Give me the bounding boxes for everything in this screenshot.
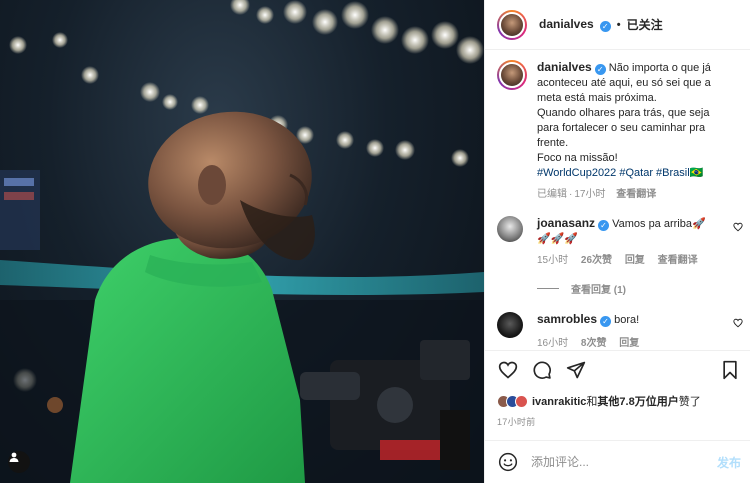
caption-text-line: Foco na missão! <box>537 152 618 164</box>
comment-meta: 16小时 8次赞 回复 <box>537 336 717 350</box>
emoji-icon <box>498 452 518 472</box>
caption-hashtags[interactable]: #WorldCup2022 #Qatar #Brasil🇧🇷 <box>537 166 747 181</box>
author-username-wrap: danialves ✓ <box>539 17 611 32</box>
comment-username[interactable]: samrobles <box>537 312 597 326</box>
reply-button[interactable]: 回复 <box>625 255 645 266</box>
comment-likes-button[interactable]: 26次赞 <box>581 255 612 266</box>
save-button[interactable] <box>719 359 741 381</box>
post-caption: danialves ✓ Não importa o que já acontece… <box>497 60 747 202</box>
comment-icon <box>533 361 551 379</box>
view-replies-label: 查看回复 (1) <box>571 285 626 296</box>
user-tag-button[interactable] <box>8 451 30 473</box>
add-comment-bar: 发布 <box>485 440 750 483</box>
post-header: danialves ✓ • 已关注 <box>485 0 750 50</box>
comment-heart-icon[interactable] <box>733 222 743 232</box>
comment-body: samrobles ✓ bora! 16小时 8次赞 回复 <box>537 312 717 350</box>
caption-text-line: Quando olhares para trás, que seja <box>537 107 710 119</box>
author-username[interactable]: danialves <box>539 17 594 31</box>
comment-text: 🚀🚀🚀 <box>537 233 579 245</box>
following-button[interactable]: 已关注 <box>627 16 663 33</box>
likes-connector: 和 <box>586 396 598 408</box>
comment-text: Vamos pa arriba🚀 <box>612 218 706 230</box>
comment-username[interactable]: joanasanz <box>537 216 595 230</box>
comment-text: bora! <box>614 314 640 326</box>
likes-text: ivanrakitic和其他7.8万位用户赞了 <box>532 393 701 409</box>
commenter-avatar[interactable] <box>497 216 523 242</box>
caption-username[interactable]: danialves <box>537 60 592 74</box>
action-icons-row <box>497 359 587 381</box>
likes-summary: ivanrakitic和其他7.8万位用户赞了 <box>497 393 701 409</box>
caption-time: 17小时 <box>574 189 606 200</box>
like-button[interactable] <box>497 359 519 381</box>
liker-avatar <box>515 394 528 408</box>
first-liker[interactable]: ivanrakitic <box>532 396 586 408</box>
reply-button[interactable]: 回复 <box>619 338 639 349</box>
photo-illustration <box>0 0 484 483</box>
verified-badge-icon: ✓ <box>594 64 606 75</box>
instagram-post-view: danialves ✓ • 已关注 danialves ✓ Não importa… <box>0 0 750 483</box>
post-side-panel: danialves ✓ • 已关注 danialves ✓ Não importa… <box>484 0 750 483</box>
bookmark-icon <box>723 360 737 380</box>
post-photo[interactable] <box>0 0 484 483</box>
caption-text-line: frente. <box>537 137 569 149</box>
caption-text-line: meta está mais próxima. <box>537 92 657 104</box>
see-translation-button[interactable]: 查看翻译 <box>658 255 698 266</box>
share-button[interactable] <box>565 359 587 381</box>
share-icon <box>566 361 586 379</box>
comment-item: samrobles ✓ bora! 16小时 8次赞 回复 <box>497 312 747 350</box>
comment-meta: 15小时 26次赞 回复 查看翻译 <box>537 253 717 268</box>
comment-button[interactable] <box>531 359 553 381</box>
user-tag-icon <box>9 452 19 462</box>
comment-body: joanasanz ✓ Vamos pa arriba🚀 🚀🚀🚀 15小时 26次… <box>537 216 717 268</box>
comments-list[interactable]: danialves ✓ Não importa o que já acontece… <box>485 50 750 350</box>
comment-input[interactable] <box>531 455 717 469</box>
emoji-button[interactable] <box>497 451 519 473</box>
see-translation-button[interactable]: 查看翻译 <box>616 189 656 200</box>
caption-author-avatar[interactable] <box>497 60 527 90</box>
author-avatar[interactable] <box>497 9 527 40</box>
post-actions: ivanrakitic和其他7.8万位用户赞了 17小时前 <box>485 350 750 440</box>
comment-item: joanasanz ✓ Vamos pa arriba🚀 🚀🚀🚀 15小时 26次… <box>497 216 747 268</box>
comment-time: 15小时 <box>537 255 569 266</box>
header-separator: • <box>616 18 621 31</box>
likes-suffix: 赞了 <box>678 396 701 408</box>
caption-body: danialves ✓ Não importa o que já acontece… <box>537 60 747 202</box>
verified-badge-icon: ✓ <box>599 21 611 32</box>
caption-text-line: Não importa o que já <box>608 62 711 74</box>
edited-label: 已编辑 <box>537 189 567 200</box>
replies-divider <box>537 288 559 289</box>
comment-heart-icon[interactable] <box>733 318 743 328</box>
caption-meta: 已编辑 · 17小时 查看翻译 <box>537 189 657 200</box>
verified-badge-icon: ✓ <box>598 220 610 231</box>
caption-text-line: aconteceu até aqui, eu só sei que a <box>537 77 711 89</box>
caption-text-line: para fortalecer o seu caminhar pra <box>537 122 706 134</box>
commenter-avatar[interactable] <box>497 312 523 338</box>
post-timestamp: 17小时前 <box>497 417 536 427</box>
comment-time: 16小时 <box>537 338 569 349</box>
verified-badge-icon: ✓ <box>600 316 612 327</box>
heart-icon <box>498 361 518 379</box>
post-comment-button[interactable]: 发布 <box>717 454 741 471</box>
view-replies-button[interactable]: 查看回复 (1) <box>537 281 626 296</box>
liker-avatars <box>497 394 528 408</box>
comment-likes-button[interactable]: 8次赞 <box>581 338 607 349</box>
other-likers-button[interactable]: 其他7.8万位用户 <box>597 396 678 408</box>
